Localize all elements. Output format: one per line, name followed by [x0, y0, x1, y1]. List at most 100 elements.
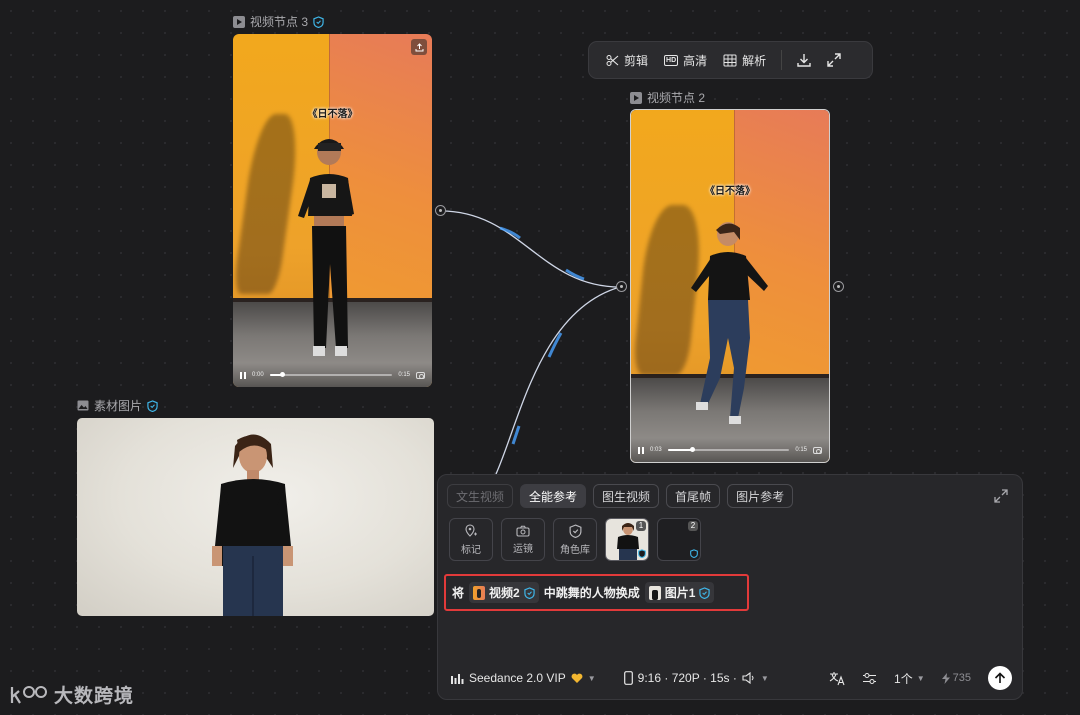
pause-icon[interactable] [240, 371, 246, 379]
translate-icon[interactable] [829, 671, 845, 686]
video-caption: 《日不落》 [705, 186, 755, 197]
camera-motion-button[interactable]: 运镜 [501, 518, 545, 561]
reference-tools: 标记 运镜 角色库 1 2 [449, 518, 701, 561]
camera-icon [516, 525, 530, 537]
link-video3-to-video2 [440, 210, 621, 288]
analyze-label: 解析 [742, 53, 767, 68]
video-node-3-title: 视频节点 3 [250, 15, 309, 29]
lightning-icon [941, 672, 950, 684]
hd-icon: HD [664, 54, 679, 66]
video-node-2-card[interactable]: 《日不落》 0:03 0:15 [630, 109, 830, 463]
image-node-title: 素材图片 [94, 399, 143, 413]
send-button[interactable] [988, 666, 1012, 690]
slot-number: 1 [636, 521, 646, 531]
video-node-2-output-port[interactable] [833, 281, 844, 292]
prompt-prefix: 将 [452, 586, 465, 600]
arrow-up-icon [994, 672, 1006, 683]
brand-logo-icon [10, 685, 47, 704]
upload-button[interactable] [411, 39, 427, 55]
reference-slot-1[interactable]: 1 [605, 518, 649, 561]
chip-video-label: 视频2 [489, 586, 520, 600]
upload-icon [415, 42, 423, 51]
tab-omni-reference[interactable]: 全能参考 [520, 484, 587, 508]
reference-chip-video[interactable]: 视频2 [469, 582, 539, 603]
expand-icon[interactable] [993, 488, 1009, 504]
watermark-text: 大数跨境 [54, 686, 135, 707]
watermark-logo: 大数跨境 [10, 681, 134, 708]
character-library-button[interactable]: 角色库 [553, 518, 597, 561]
chevron-down-icon: ▼ [760, 673, 769, 683]
image-icon [77, 400, 89, 411]
grid-icon [723, 54, 737, 66]
video-node-2-label: 视频节点 2 [630, 89, 705, 106]
link-image-to-video2 [495, 286, 621, 475]
edit-button[interactable]: 剪辑 [599, 46, 655, 74]
camera-motion-label: 运镜 [513, 543, 533, 555]
slot-number: 2 [688, 521, 698, 531]
camera-icon[interactable] [416, 371, 425, 379]
format-selector[interactable]: 9:16 · 720P · 15s · ▼ [623, 671, 769, 685]
progress-track[interactable] [269, 372, 393, 377]
download-button[interactable] [790, 46, 818, 74]
marker-button[interactable]: 标记 [449, 518, 493, 561]
progress-knob[interactable] [279, 372, 285, 377]
tab-image-to-video[interactable]: 图生视频 [593, 484, 660, 508]
video-frame [631, 110, 829, 462]
marker-label: 标记 [461, 544, 481, 556]
video-node-3-card[interactable]: 《日不落》 0:00 0:15 [233, 34, 432, 387]
video-controls: 0:00 0:15 [233, 363, 432, 387]
reference-slot-2[interactable]: 2 [657, 518, 701, 561]
video-node-3-output-port[interactable] [435, 205, 446, 216]
progress-track[interactable] [667, 447, 790, 452]
image-node-card[interactable] [77, 418, 434, 616]
tab-first-last-frame[interactable]: 首尾帧 [666, 484, 721, 508]
video-node-2-title: 视频节点 2 [647, 91, 706, 105]
portrait-figure [212, 434, 293, 616]
hd-button[interactable]: HD 高清 [657, 46, 714, 74]
video-controls: 0:03 0:15 [631, 438, 829, 462]
hd-label: 高清 [683, 53, 708, 68]
video-thumbnail [473, 585, 486, 600]
video-node-icon [233, 15, 245, 28]
scissors-icon [606, 54, 619, 66]
video-node-2-input-port[interactable] [616, 281, 627, 292]
tab-text-to-video[interactable]: 文生视频 [447, 484, 514, 508]
marker-pin-icon [465, 523, 477, 537]
node-toolbar: 剪辑 HD 高清 解析 [588, 41, 873, 79]
pause-icon[interactable] [638, 446, 644, 454]
image-node-label: 素材图片 [77, 397, 158, 414]
expand-icon [827, 53, 841, 67]
dancer-figure [298, 139, 354, 356]
video-caption: 《日不落》 [307, 109, 358, 120]
tab-image-reference[interactable]: 图片参考 [727, 484, 794, 508]
credit-value: 735 [952, 672, 971, 684]
time-total: 0:15 [398, 372, 410, 378]
speaker-icon [742, 672, 754, 684]
chip-image-label: 图片1 [664, 586, 696, 600]
model-selector[interactable]: Seedance 2.0 VIP ▼ [451, 671, 596, 685]
video-node-3-label: 视频节点 3 [233, 13, 324, 30]
count-selector[interactable]: 1个 ▼ [894, 670, 925, 687]
vip-heart-icon [571, 673, 583, 683]
reference-chip-image[interactable]: 图片1 [644, 582, 715, 603]
verified-shield-icon [699, 586, 711, 599]
format-settings: 9:16 · 720P · 15s · [637, 671, 737, 685]
time-total: 0:15 [795, 447, 807, 453]
progress-knob[interactable] [690, 447, 695, 452]
edit-label: 剪辑 [624, 53, 649, 68]
camera-icon[interactable] [813, 446, 822, 454]
model-bars-icon [451, 673, 464, 684]
analyze-button[interactable]: 解析 [716, 46, 773, 74]
chevron-down-icon: ▼ [916, 673, 925, 683]
fullscreen-button[interactable] [820, 46, 848, 74]
video-frame [233, 34, 432, 387]
time-current: 0:00 [252, 372, 264, 378]
verified-shield-icon [313, 15, 324, 28]
video-node-icon [630, 91, 642, 104]
image-thumbnail [648, 585, 661, 600]
prompt-input[interactable]: 将 视频2 中跳舞的人物换成 图片1 [444, 574, 749, 611]
phone-ratio-icon [623, 671, 633, 685]
time-current: 0:03 [650, 447, 662, 453]
sliders-icon[interactable] [862, 672, 877, 685]
download-icon [797, 54, 811, 67]
